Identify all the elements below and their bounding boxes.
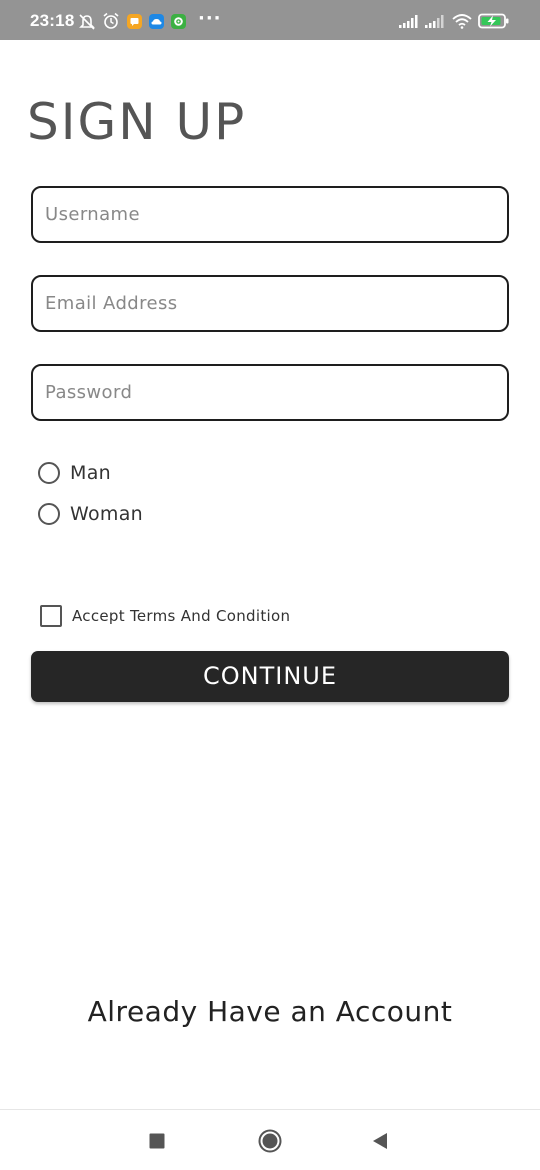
wifi-icon <box>452 13 472 29</box>
recent-apps-icon[interactable] <box>144 1128 170 1154</box>
battery-charging-icon <box>478 13 510 29</box>
email-input[interactable] <box>33 277 507 330</box>
page-title: SIGN UP <box>27 93 247 151</box>
terms-label: Accept Terms And Condition <box>72 607 291 625</box>
password-input[interactable] <box>33 366 507 419</box>
status-bar: 23:18 ··· <box>0 0 540 40</box>
email-field-box <box>31 275 509 332</box>
terms-checkbox[interactable] <box>40 605 62 627</box>
terms-checkbox-row[interactable]: Accept Terms And Condition <box>40 604 290 628</box>
alarm-icon <box>102 12 120 30</box>
radio-button-woman[interactable] <box>38 503 60 525</box>
signup-screen: 23:18 ··· SIGN UP Username Email Address… <box>0 0 540 1170</box>
cloud-app-icon <box>149 14 164 29</box>
chat-app-icon <box>127 14 142 29</box>
status-time: 23:18 <box>30 11 75 30</box>
mute-notifications-icon <box>78 13 96 30</box>
signal-icon <box>399 14 421 28</box>
home-icon[interactable] <box>257 1128 283 1154</box>
navigation-bar <box>0 1109 540 1170</box>
continue-button[interactable]: CONTINUE <box>31 651 509 702</box>
radio-button-man[interactable] <box>38 462 60 484</box>
gender-option-man[interactable]: Man <box>38 458 111 488</box>
wechat-app-icon <box>171 14 186 29</box>
username-input[interactable] <box>33 188 507 241</box>
back-icon[interactable] <box>367 1128 393 1154</box>
already-have-account-link[interactable]: Already Have an Account <box>0 995 540 1028</box>
signal-icon-2 <box>425 14 447 28</box>
radio-label-woman: Woman <box>70 503 143 525</box>
gender-option-woman[interactable]: Woman <box>38 499 143 529</box>
more-notifications-indicator: ··· <box>198 8 222 29</box>
radio-label-man: Man <box>70 462 111 484</box>
username-field-box <box>31 186 509 243</box>
password-field-box <box>31 364 509 421</box>
